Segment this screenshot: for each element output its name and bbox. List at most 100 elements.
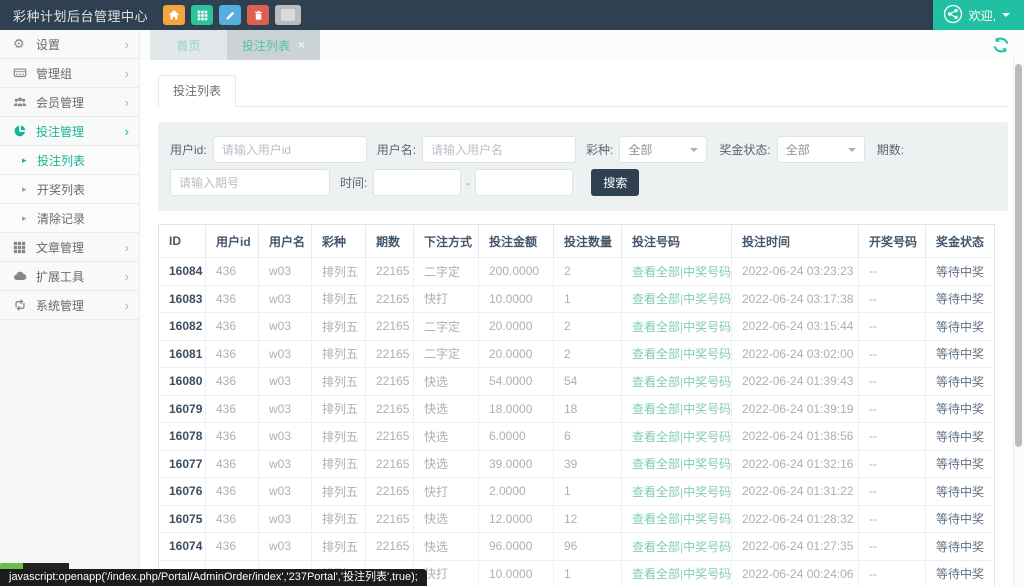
cell-draw-number: -- <box>859 423 926 451</box>
time-start-input[interactable] <box>373 169 461 196</box>
cell-draw-number: -- <box>859 450 926 478</box>
top-navbar: 彩种计划后台管理中心 欢迎, <box>0 0 1024 30</box>
win-number-link[interactable]: 中奖号码 <box>683 485 731 499</box>
sidebar-item-admin-group[interactable]: 管理组 › <box>0 59 139 88</box>
time-end-input[interactable] <box>475 169 573 196</box>
view-all-link[interactable]: 查看全部 <box>632 540 680 554</box>
scrollbar-thumb[interactable] <box>1015 64 1022 447</box>
cell-draw-number: -- <box>859 258 926 286</box>
sidebar-item-articles[interactable]: 文章管理 › <box>0 233 139 262</box>
cell-prize-status: 等待中奖 <box>926 450 995 478</box>
cell-amount: 200.0000 <box>479 258 554 286</box>
sidebar-item-system[interactable]: 系统管理 › <box>0 291 139 320</box>
sidebar-item-settings[interactable]: ⚙ 设置 › <box>0 30 139 59</box>
period-input[interactable] <box>170 169 330 196</box>
cell-bet-time: 2022-06-24 01:39:43 <box>732 368 859 396</box>
cell-username: w03 <box>259 478 312 506</box>
refresh-icon[interactable] <box>992 36 1010 54</box>
home-button[interactable] <box>163 5 185 25</box>
list-button[interactable] <box>275 5 301 25</box>
view-all-link[interactable]: 查看全部 <box>632 402 680 416</box>
sidebar-item-betting-list[interactable]: ▸ 投注列表 <box>0 146 139 175</box>
apps-button[interactable] <box>191 5 213 25</box>
cell-userid: 436 <box>206 258 259 286</box>
search-button[interactable]: 搜索 <box>591 169 639 196</box>
share-network-icon <box>943 4 963 27</box>
tab-home[interactable]: 首页 <box>150 30 227 60</box>
cell-amount: 6.0000 <box>479 423 554 451</box>
sidebar-item-draw-list[interactable]: ▸ 开奖列表 <box>0 175 139 204</box>
chevron-down-icon <box>690 148 698 152</box>
table-row: 16077436w03排列五22165快选39.000039查看全部|中奖号码2… <box>159 450 995 478</box>
chevron-right-icon: › <box>125 269 129 284</box>
cell-userid: 436 <box>206 340 259 368</box>
cell-lottery: 排列五 <box>312 478 366 506</box>
view-all-link[interactable]: 查看全部 <box>632 567 680 581</box>
panel-tab-betting-list[interactable]: 投注列表 <box>158 75 236 107</box>
win-number-link[interactable]: 中奖号码 <box>683 402 731 416</box>
column-header-9: 投注时间 <box>732 225 859 258</box>
win-number-link[interactable]: 中奖号码 <box>683 265 731 279</box>
view-all-link[interactable]: 查看全部 <box>632 430 680 444</box>
cell-userid: 436 <box>206 313 259 341</box>
sidebar-item-clear-records[interactable]: ▸ 清除记录 <box>0 204 139 233</box>
win-number-link[interactable]: 中奖号码 <box>683 430 731 444</box>
cell-bet-numbers: 查看全部|中奖号码 <box>622 340 732 368</box>
username-input[interactable] <box>422 136 576 163</box>
win-number-link[interactable]: 中奖号码 <box>683 567 731 581</box>
cell-draw-number: -- <box>859 395 926 423</box>
cell-bet-time: 2022-06-24 03:17:38 <box>732 285 859 313</box>
view-all-link[interactable]: 查看全部 <box>632 375 680 389</box>
cell-period: 22165 <box>366 368 414 396</box>
sidebar-item-betting[interactable]: 投注管理 › <box>0 117 139 146</box>
sidebar-item-extensions[interactable]: 扩展工具 › <box>0 262 139 291</box>
delete-button[interactable] <box>247 5 269 25</box>
win-number-link[interactable]: 中奖号码 <box>683 375 731 389</box>
cell-count: 1 <box>554 285 622 313</box>
column-header-8: 投注号码 <box>622 225 732 258</box>
cell-id: 16079 <box>159 395 206 423</box>
sidebar-item-members[interactable]: 会员管理 › <box>0 88 139 117</box>
cell-period: 22165 <box>366 533 414 561</box>
cell-period: 22165 <box>366 395 414 423</box>
cell-period: 22165 <box>366 340 414 368</box>
win-number-link[interactable]: 中奖号码 <box>683 512 731 526</box>
column-header-2: 用户名 <box>259 225 312 258</box>
cell-prize-status: 等待中奖 <box>926 423 995 451</box>
view-all-link[interactable]: 查看全部 <box>632 512 680 526</box>
win-number-link[interactable]: 中奖号码 <box>683 540 731 554</box>
cell-bet-time: 2022-06-24 01:31:22 <box>732 478 859 506</box>
cell-username: w03 <box>259 533 312 561</box>
cell-bet-time: 2022-06-24 01:39:19 <box>732 395 859 423</box>
cell-username: w03 <box>259 285 312 313</box>
chevron-right-icon: › <box>125 240 129 255</box>
win-number-link[interactable]: 中奖号码 <box>683 457 731 471</box>
scrollbar[interactable] <box>1013 56 1024 586</box>
user-menu[interactable]: 欢迎, <box>933 0 1024 30</box>
cell-method: 快选 <box>414 368 479 396</box>
userid-input[interactable] <box>213 136 367 163</box>
view-all-link[interactable]: 查看全部 <box>632 347 680 361</box>
view-all-link[interactable]: 查看全部 <box>632 457 680 471</box>
edit-button[interactable] <box>219 5 241 25</box>
cell-id: 16084 <box>159 258 206 286</box>
cell-username: w03 <box>259 395 312 423</box>
prize-status-select[interactable]: 全部 <box>777 136 865 163</box>
cell-prize-status: 等待中奖 <box>926 560 995 586</box>
win-number-link[interactable]: 中奖号码 <box>683 292 731 306</box>
cell-period: 22165 <box>366 313 414 341</box>
cell-draw-number: -- <box>859 533 926 561</box>
win-number-link[interactable]: 中奖号码 <box>683 347 731 361</box>
cell-count: 39 <box>554 450 622 478</box>
view-all-link[interactable]: 查看全部 <box>632 292 680 306</box>
win-number-link[interactable]: 中奖号码 <box>683 320 731 334</box>
cell-userid: 436 <box>206 478 259 506</box>
lottery-select[interactable]: 全部 <box>619 136 707 163</box>
cell-bet-numbers: 查看全部|中奖号码 <box>622 450 732 478</box>
close-icon[interactable]: × <box>298 38 305 52</box>
cell-bet-numbers: 查看全部|中奖号码 <box>622 368 732 396</box>
view-all-link[interactable]: 查看全部 <box>632 485 680 499</box>
view-all-link[interactable]: 查看全部 <box>632 265 680 279</box>
tab-betting-list[interactable]: 投注列表 × <box>227 30 320 60</box>
view-all-link[interactable]: 查看全部 <box>632 320 680 334</box>
